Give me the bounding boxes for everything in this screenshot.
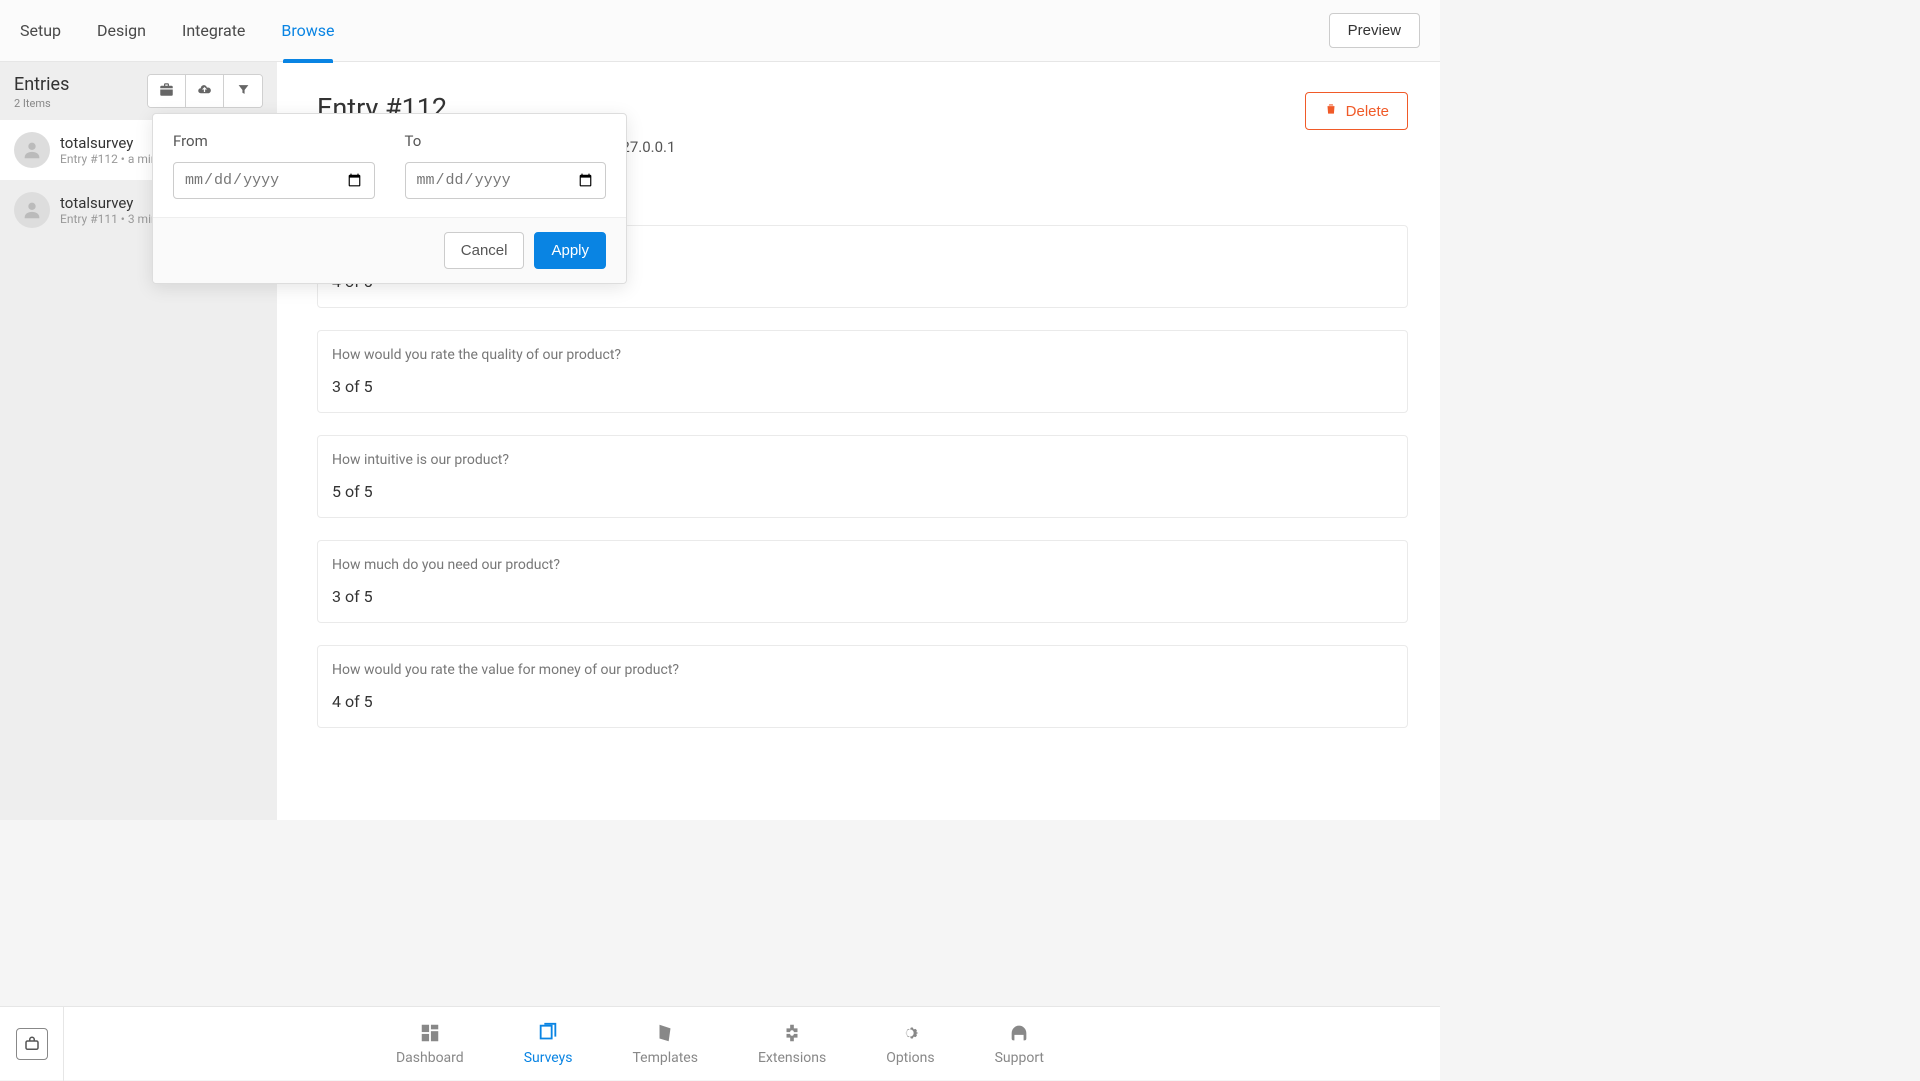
qa-card: How would you rate the quality of our pr… [317, 330, 1408, 413]
templates-icon [654, 1022, 676, 1044]
from-label: From [173, 132, 375, 150]
export-button[interactable] [186, 75, 224, 107]
question-text: How would you rate the value for money o… [332, 662, 1393, 678]
avatar [14, 192, 50, 228]
answer-text: 4 of 5 [332, 692, 1393, 711]
to-date-input[interactable] [405, 162, 607, 199]
sidebar-action-group [147, 74, 263, 108]
answer-text: 3 of 5 [332, 587, 1393, 606]
app-logo-icon[interactable] [16, 1028, 48, 1060]
question-text: How much do you need our product? [332, 557, 1393, 573]
tab-setup[interactable]: Setup [20, 0, 61, 62]
question-text: How would you rate the quality of our pr… [332, 347, 1393, 363]
nav-surveys[interactable]: Surveys [524, 1022, 573, 1066]
delete-button[interactable]: Delete [1305, 92, 1408, 130]
preview-button[interactable]: Preview [1329, 13, 1420, 48]
tools-button[interactable] [148, 75, 186, 107]
nav-support[interactable]: Support [995, 1022, 1044, 1066]
nav-extensions[interactable]: Extensions [758, 1022, 826, 1066]
extensions-icon [781, 1022, 803, 1044]
bottom-nav: Dashboard Surveys Templates Extensions O… [0, 1006, 1440, 1080]
tab-design[interactable]: Design [97, 0, 146, 62]
qa-card: How much do you need our product? 3 of 5 [317, 540, 1408, 623]
filter-icon [237, 83, 250, 99]
tab-browse[interactable]: Browse [281, 0, 334, 62]
question-text: How intuitive is our product? [332, 452, 1393, 468]
top-tabs: Setup Design Integrate Browse [20, 0, 335, 62]
top-tabs-bar: Setup Design Integrate Browse Preview [0, 0, 1440, 62]
tab-integrate[interactable]: Integrate [182, 0, 245, 62]
sidebar-count: 2 Items [14, 97, 69, 110]
toolbox-icon [159, 82, 174, 100]
date-filter-popover: From To Cancel Apply [152, 113, 627, 284]
sidebar-title: Entries [14, 74, 69, 95]
gear-icon [899, 1022, 921, 1044]
nav-templates[interactable]: Templates [632, 1022, 698, 1066]
nav-options[interactable]: Options [886, 1022, 934, 1066]
from-date-input[interactable] [173, 162, 375, 199]
qa-card: How intuitive is our product? 5 of 5 [317, 435, 1408, 518]
answer-text: 5 of 5 [332, 482, 1393, 501]
cancel-button[interactable]: Cancel [444, 232, 525, 269]
to-label: To [405, 132, 607, 150]
surveys-icon [537, 1022, 559, 1044]
filter-button[interactable] [224, 75, 262, 107]
headphones-icon [1008, 1022, 1030, 1044]
avatar [14, 132, 50, 168]
answer-text: 3 of 5 [332, 377, 1393, 396]
apply-button[interactable]: Apply [534, 232, 606, 269]
trash-icon [1324, 102, 1338, 120]
dashboard-icon [419, 1022, 441, 1044]
cloud-upload-icon [197, 82, 212, 100]
nav-dashboard[interactable]: Dashboard [396, 1022, 464, 1066]
qa-card: How would you rate the value for money o… [317, 645, 1408, 728]
